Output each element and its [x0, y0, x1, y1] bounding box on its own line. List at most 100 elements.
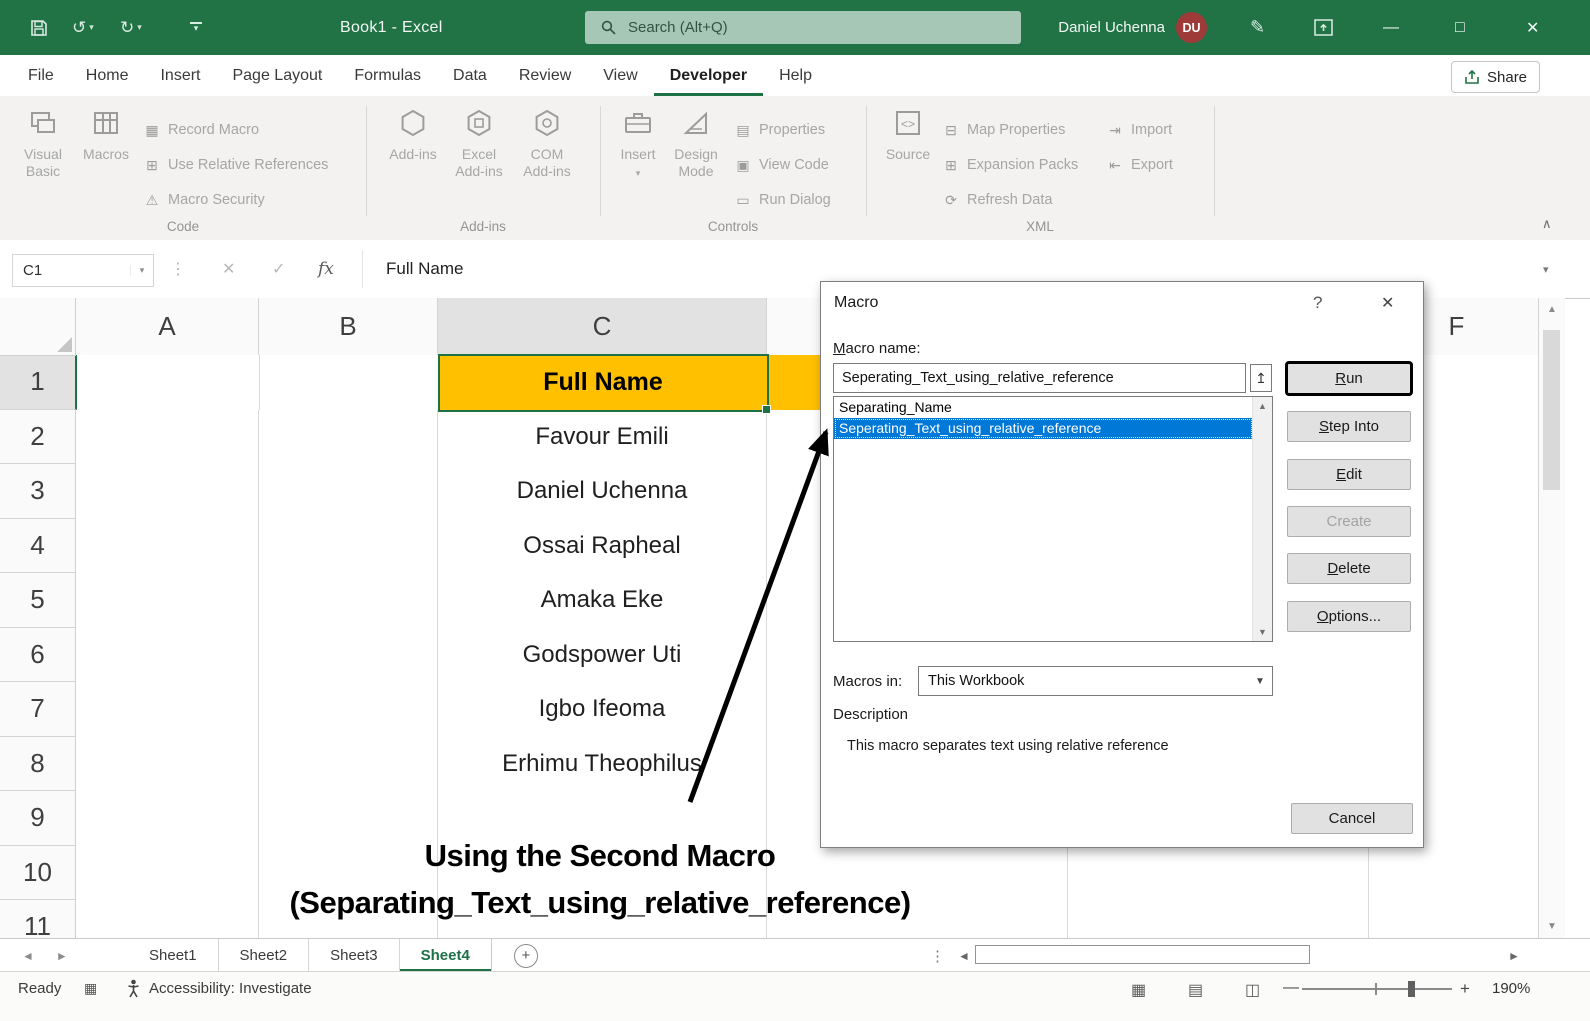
cell-C6[interactable]: Godspower Uti	[438, 628, 767, 684]
cell-B8[interactable]	[259, 737, 438, 793]
tab-page-layout[interactable]: Page Layout	[216, 55, 338, 96]
dialog-title[interactable]: Macro	[834, 294, 878, 312]
macro-recording-button[interactable]: ▦	[84, 980, 97, 997]
formula-content[interactable]: Full Name	[386, 240, 463, 298]
insert-control-button[interactable]: Insert ▾	[612, 106, 664, 182]
delete-button[interactable]: Delete	[1287, 553, 1411, 584]
cell-A3[interactable]	[76, 464, 259, 520]
cell-B5[interactable]	[259, 573, 438, 629]
run-button[interactable]: Run	[1287, 363, 1411, 394]
cell-F11[interactable]	[1369, 900, 1538, 938]
tab-options-dots-icon[interactable]: ⋮	[930, 939, 945, 972]
insert-function-button[interactable]: fx	[318, 240, 334, 298]
search-box[interactable]: Search (Alt+Q)	[585, 11, 1021, 44]
tab-data[interactable]: Data	[437, 55, 503, 96]
zoom-level[interactable]: 190%	[1492, 980, 1530, 997]
source-button[interactable]: <> Source	[880, 106, 936, 163]
cell-C1[interactable]: Full Name	[439, 355, 768, 411]
name-box-caret-icon[interactable]: ▾	[130, 265, 153, 276]
column-header-C[interactable]: C	[438, 298, 767, 357]
export-button[interactable]: ⇤ Export	[1106, 153, 1173, 177]
macro-name-input[interactable]	[833, 363, 1246, 393]
hscroll-left-icon[interactable]: ◄	[958, 939, 970, 972]
dialog-close-button[interactable]: ✕	[1381, 293, 1394, 313]
design-mode-button[interactable]: Design Mode	[666, 106, 726, 180]
user-name[interactable]: Daniel Uchenna	[1035, 0, 1165, 55]
vertical-scroll-thumb[interactable]	[1543, 330, 1560, 490]
excel-add-ins-button[interactable]: Excel Add-ins	[449, 106, 509, 180]
cell-B6[interactable]	[259, 628, 438, 684]
use-relative-references-button[interactable]: ⊞ Use Relative References	[143, 153, 328, 177]
zoom-slider-track[interactable]	[1302, 988, 1452, 990]
macro-list-item-selected[interactable]: Seperating_Text_using_relative_reference	[834, 418, 1253, 439]
horizontal-scroll-thumb[interactable]	[975, 945, 1310, 964]
tab-insert[interactable]: Insert	[144, 55, 216, 96]
visual-basic-button[interactable]: Visual Basic	[14, 106, 72, 180]
cell-C3[interactable]: Daniel Uchenna	[438, 464, 767, 520]
column-header-B[interactable]: B	[259, 298, 438, 356]
map-properties-button[interactable]: ⊟ Map Properties	[942, 118, 1065, 142]
minimize-button[interactable]: —	[1383, 0, 1399, 55]
tab-formulas[interactable]: Formulas	[338, 55, 437, 96]
collapse-ribbon-button[interactable]: ∧	[1542, 216, 1552, 232]
row-header-4[interactable]: 4	[0, 519, 76, 574]
close-button[interactable]: ✕	[1526, 0, 1539, 55]
cell-C7[interactable]: Igbo Ifeoma	[438, 682, 767, 738]
redo-button[interactable]: ↻▾	[120, 0, 142, 55]
macro-name-up-button[interactable]: ↥	[1250, 364, 1272, 392]
cell-C8[interactable]: Erhimu Theophilus	[438, 737, 767, 793]
scroll-down-icon[interactable]: ▼	[1539, 921, 1565, 932]
accessibility-checker[interactable]: Accessibility: Investigate	[126, 979, 312, 998]
select-all-corner[interactable]	[0, 298, 76, 356]
row-header-11[interactable]: 11	[0, 900, 76, 938]
dialog-help-button[interactable]: ?	[1313, 293, 1322, 313]
cell-A6[interactable]	[76, 628, 259, 684]
sheet-tab-sheet3[interactable]: Sheet3	[309, 939, 400, 972]
row-header-10[interactable]: 10	[0, 846, 76, 901]
sheet-nav-left-icon[interactable]: ◄	[22, 949, 34, 963]
sheet-nav-right-icon[interactable]: ►	[56, 949, 68, 963]
cell-F10[interactable]	[1369, 846, 1538, 902]
row-header-3[interactable]: 3	[0, 464, 76, 519]
cell-B3[interactable]	[259, 464, 438, 520]
cell-B1[interactable]	[260, 355, 439, 411]
row-header-2[interactable]: 2	[0, 410, 76, 465]
row-header-8[interactable]: 8	[0, 737, 76, 792]
ribbon-display-options-button[interactable]	[1314, 0, 1333, 55]
tab-developer[interactable]: Developer	[654, 55, 763, 96]
sheet-tab-sheet1[interactable]: Sheet1	[128, 939, 219, 972]
formula-bar-grip-icon[interactable]: ⋮	[170, 240, 186, 298]
import-button[interactable]: ⇥ Import	[1106, 118, 1172, 142]
cell-A4[interactable]	[76, 519, 259, 575]
row-header-5[interactable]: 5	[0, 573, 76, 628]
avatar[interactable]: DU	[1176, 12, 1207, 43]
cell-E10[interactable]	[1068, 846, 1369, 902]
zoom-out-button[interactable]: —	[1283, 979, 1299, 997]
expansion-packs-button[interactable]: ⊞ Expansion Packs	[942, 153, 1078, 177]
vertical-scrollbar[interactable]: ▲ ▼	[1538, 298, 1565, 938]
row-header-1[interactable]: 1	[0, 355, 77, 410]
list-scroll-up-icon[interactable]: ▲	[1253, 401, 1272, 411]
cell-E11[interactable]	[1068, 900, 1369, 938]
macro-list-scrollbar[interactable]: ▲ ▼	[1252, 397, 1272, 641]
tab-help[interactable]: Help	[763, 55, 828, 96]
create-button[interactable]: Create	[1287, 506, 1411, 537]
macros-button[interactable]: Macros	[78, 106, 134, 163]
view-normal-button[interactable]: ▦	[1131, 980, 1146, 1000]
add-ins-button[interactable]: Add-ins	[383, 106, 443, 163]
expand-formula-bar-button[interactable]: ▾	[1543, 240, 1549, 298]
cell-A7[interactable]	[76, 682, 259, 738]
name-box[interactable]: C1 ▾	[12, 254, 154, 287]
cell-B4[interactable]	[259, 519, 438, 575]
zoom-in-button[interactable]: +	[1460, 979, 1470, 999]
maximize-button[interactable]: □	[1455, 0, 1465, 55]
cell-A8[interactable]	[76, 737, 259, 793]
cell-B2[interactable]	[259, 410, 438, 466]
cell-B7[interactable]	[259, 682, 438, 738]
scroll-up-icon[interactable]: ▲	[1539, 304, 1565, 315]
view-page-layout-button[interactable]: ▤	[1188, 980, 1203, 1000]
row-header-6[interactable]: 6	[0, 628, 76, 683]
options-button[interactable]: Options...	[1287, 601, 1411, 632]
tab-view[interactable]: View	[587, 55, 653, 96]
column-header-A[interactable]: A	[76, 298, 259, 356]
